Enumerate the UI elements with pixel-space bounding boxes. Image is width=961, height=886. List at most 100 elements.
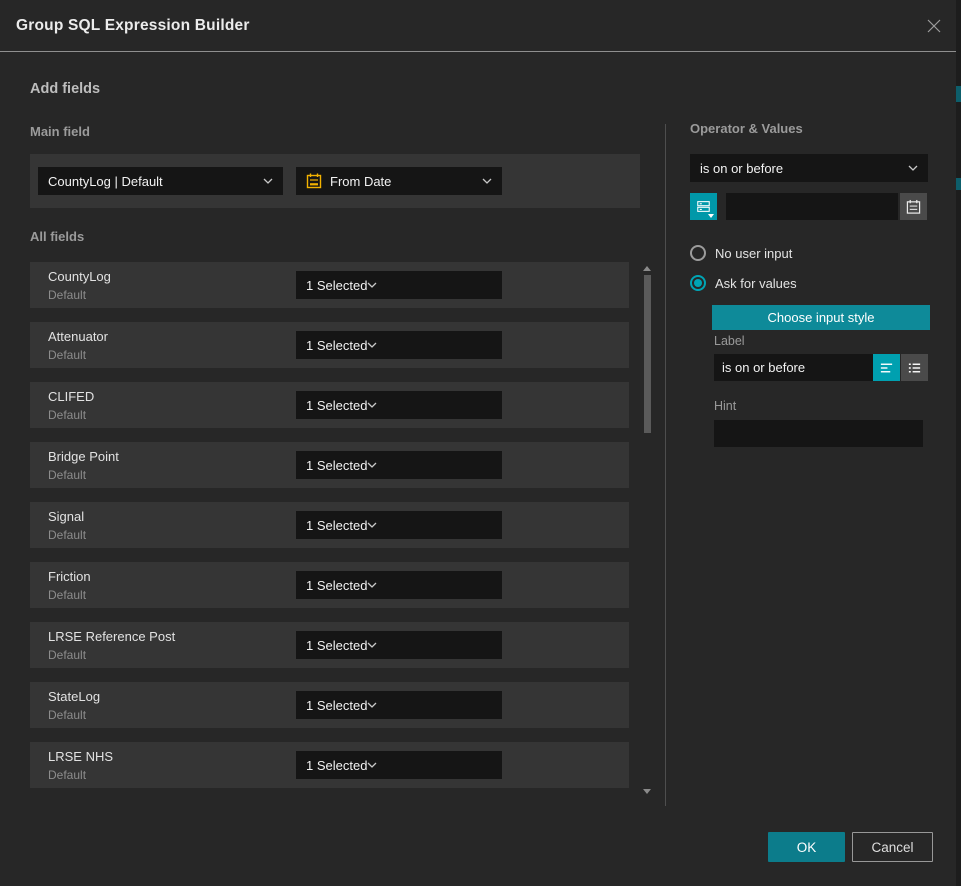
field-selected-dropdown[interactable]: 1 Selected	[296, 571, 502, 599]
bulleted-list-icon	[907, 361, 922, 375]
label-caption: Label	[714, 334, 745, 348]
selected-count: 1 Selected	[306, 458, 367, 473]
selected-count: 1 Selected	[306, 638, 367, 653]
field-row-clifed: CLIFED Default 1 Selected	[30, 382, 629, 428]
chevron-down-icon	[482, 178, 492, 184]
field-row-signal: Signal Default 1 Selected	[30, 502, 629, 548]
selected-count: 1 Selected	[306, 518, 367, 533]
field-selected-dropdown[interactable]: 1 Selected	[296, 691, 502, 719]
value-stack-icon	[696, 198, 711, 215]
app-window-edge	[956, 0, 961, 886]
field-name: LRSE NHS	[48, 749, 113, 764]
field-subtitle: Default	[48, 588, 86, 602]
operator-select[interactable]: is on or before	[690, 154, 928, 182]
field-name: CLIFED	[48, 389, 94, 404]
field-subtitle: Default	[48, 708, 86, 722]
chevron-down-icon	[367, 462, 377, 468]
chevron-down-icon	[263, 178, 273, 184]
selected-count: 1 Selected	[306, 278, 367, 293]
radio-no-user-input-label: No user input	[715, 246, 792, 261]
selected-count: 1 Selected	[306, 698, 367, 713]
chevron-down-icon	[908, 165, 918, 171]
date-picker-button[interactable]	[900, 193, 927, 220]
radio-ask-for-values-label: Ask for values	[715, 276, 797, 291]
chevron-down-icon	[367, 342, 377, 348]
main-field-label: Main field	[30, 124, 90, 139]
field-subtitle: Default	[48, 348, 86, 362]
field-name: Attenuator	[48, 329, 108, 344]
align-left-icon	[879, 361, 894, 375]
chevron-down-icon	[367, 702, 377, 708]
field-name: StateLog	[48, 689, 100, 704]
field-selected-dropdown[interactable]: 1 Selected	[296, 331, 502, 359]
chevron-down-icon	[367, 642, 377, 648]
field-selected-dropdown[interactable]: 1 Selected	[296, 391, 502, 419]
label-input[interactable]	[714, 354, 873, 381]
selected-count: 1 Selected	[306, 578, 367, 593]
ok-button[interactable]: OK	[768, 832, 845, 862]
hint-caption: Hint	[714, 399, 736, 413]
edge-accent-mark	[956, 178, 961, 190]
operator-values-heading: Operator & Values	[690, 121, 803, 136]
main-field-select-value: From Date	[330, 174, 474, 189]
scrollbar-up-arrow[interactable]	[643, 266, 651, 271]
field-row-lrse-nhs: LRSE NHS Default 1 Selected	[30, 742, 629, 788]
layer-select-value: CountyLog | Default	[48, 174, 263, 189]
field-row-statelog: StateLog Default 1 Selected	[30, 682, 629, 728]
dialog-header: Group SQL Expression Builder	[0, 0, 956, 52]
hint-input[interactable]	[714, 420, 923, 447]
field-selected-dropdown[interactable]: 1 Selected	[296, 271, 502, 299]
field-row-attenuator: Attenuator Default 1 Selected	[30, 322, 629, 368]
radio-unchecked-icon	[690, 245, 706, 261]
chevron-down-icon	[367, 282, 377, 288]
field-name: LRSE Reference Post	[48, 629, 175, 644]
layer-select[interactable]: CountyLog | Default	[38, 167, 283, 195]
chevron-down-icon	[367, 762, 377, 768]
radio-checked-icon	[690, 275, 706, 291]
operator-select-value: is on or before	[700, 161, 908, 176]
field-selected-dropdown[interactable]: 1 Selected	[296, 511, 502, 539]
single-line-style-button[interactable]	[873, 354, 900, 381]
close-icon	[926, 18, 942, 34]
selected-count: 1 Selected	[306, 758, 367, 773]
choose-input-style-button[interactable]: Choose input style	[712, 305, 930, 330]
group-sql-expression-builder-dialog: Group SQL Expression Builder Add fields …	[0, 0, 961, 886]
value-type-button[interactable]	[690, 193, 717, 220]
dialog-title: Group SQL Expression Builder	[16, 17, 250, 35]
chevron-down-icon	[367, 582, 377, 588]
close-button[interactable]	[924, 16, 944, 36]
radio-ask-for-values[interactable]: Ask for values	[690, 275, 797, 291]
field-subtitle: Default	[48, 408, 86, 422]
scrollbar-down-arrow[interactable]	[643, 789, 651, 794]
calendar-icon	[906, 199, 921, 215]
field-name: CountyLog	[48, 269, 111, 284]
field-name: Friction	[48, 569, 91, 584]
cancel-button[interactable]: Cancel	[852, 832, 933, 862]
value-input[interactable]	[726, 193, 898, 220]
field-subtitle: Default	[48, 768, 86, 782]
field-selected-dropdown[interactable]: 1 Selected	[296, 751, 502, 779]
radio-no-user-input[interactable]: No user input	[690, 245, 792, 261]
field-row-lrse-reference-post: LRSE Reference Post Default 1 Selected	[30, 622, 629, 668]
add-fields-heading: Add fields	[30, 81, 100, 97]
calendar-icon	[306, 173, 322, 189]
list-style-button[interactable]	[901, 354, 928, 381]
field-subtitle: Default	[48, 528, 86, 542]
main-field-select[interactable]: From Date	[296, 167, 502, 195]
all-fields-label: All fields	[30, 229, 84, 244]
edge-accent-mark	[956, 86, 961, 102]
field-row-countylog: CountyLog Default 1 Selected	[30, 262, 629, 308]
field-name: Bridge Point	[48, 449, 119, 464]
field-subtitle: Default	[48, 288, 86, 302]
field-subtitle: Default	[48, 648, 86, 662]
field-selected-dropdown[interactable]: 1 Selected	[296, 451, 502, 479]
mini-caret-icon	[708, 214, 714, 218]
field-row-friction: Friction Default 1 Selected	[30, 562, 629, 608]
scrollbar-thumb[interactable]	[644, 275, 651, 433]
chevron-down-icon	[367, 522, 377, 528]
field-selected-dropdown[interactable]: 1 Selected	[296, 631, 502, 659]
selected-count: 1 Selected	[306, 398, 367, 413]
field-row-bridge-point: Bridge Point Default 1 Selected	[30, 442, 629, 488]
selected-count: 1 Selected	[306, 338, 367, 353]
field-name: Signal	[48, 509, 84, 524]
